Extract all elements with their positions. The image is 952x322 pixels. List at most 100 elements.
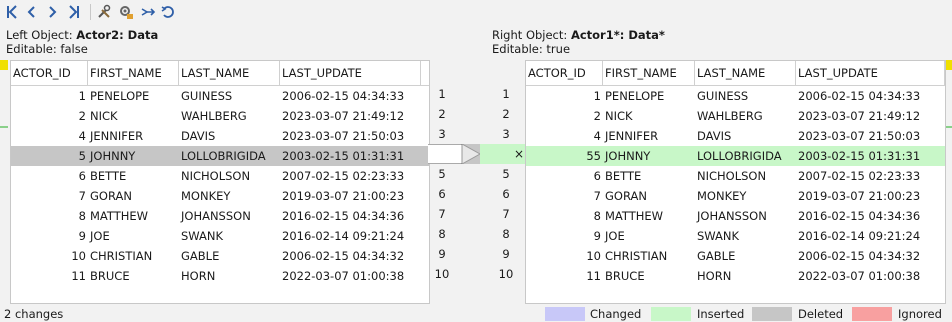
right-table-row[interactable]: 8 MATTHEW JOHANSSON 2016-02-15 04:34:36: [526, 206, 945, 226]
left-cell-first-name[interactable]: NICK: [88, 106, 179, 126]
left-cell-last-name[interactable]: MONKEY: [179, 186, 280, 206]
right-cell-last-name[interactable]: JOHANSSON: [695, 206, 796, 226]
right-cell-actor-id[interactable]: 10: [526, 246, 603, 266]
left-cell-actor-id[interactable]: 6: [11, 166, 88, 186]
right-cell-last-name[interactable]: SWANK: [695, 226, 796, 246]
left-cell-last-update[interactable]: 2023-03-07 21:50:03: [280, 126, 421, 146]
left-cell-last-name[interactable]: SWANK: [179, 226, 280, 246]
right-cell-first-name[interactable]: BETTE: [603, 166, 695, 186]
left-cell-last-name[interactable]: NICHOLSON: [179, 166, 280, 186]
right-table-row[interactable]: 4 JENNIFER DAVIS 2023-03-07 21:50:03: [526, 126, 945, 146]
first-diff-button[interactable]: [2, 2, 22, 22]
right-cell-last-name[interactable]: GUINESS: [695, 86, 796, 106]
right-col-actor-id[interactable]: ACTOR_ID: [526, 61, 603, 85]
last-diff-button[interactable]: [64, 2, 84, 22]
right-cell-last-name[interactable]: HORN: [695, 266, 796, 286]
right-table[interactable]: ACTOR_ID FIRST_NAME LAST_NAME LAST_UPDAT…: [525, 60, 946, 304]
left-cell-last-update[interactable]: 2022-03-07 01:00:38: [280, 266, 421, 286]
right-cell-actor-id[interactable]: 8: [526, 206, 603, 226]
left-table[interactable]: ACTOR_ID FIRST_NAME LAST_NAME LAST_UPDAT…: [10, 60, 430, 304]
left-table-row[interactable]: 2 NICK WAHLBERG 2023-03-07 21:49:12: [11, 106, 429, 126]
left-cell-last-name[interactable]: HORN: [179, 266, 280, 286]
right-cell-actor-id[interactable]: 11: [526, 266, 603, 286]
right-cell-last-name[interactable]: LOLLOBRIGIDA: [695, 146, 796, 166]
left-cell-last-update[interactable]: 2006-02-15 04:34:32: [280, 246, 421, 266]
left-table-row[interactable]: 4 JENNIFER DAVIS 2023-03-07 21:50:03: [11, 126, 429, 146]
right-cell-first-name[interactable]: GORAN: [603, 186, 695, 206]
right-cell-last-update[interactable]: 2007-02-15 02:23:33: [796, 166, 945, 186]
right-cell-actor-id[interactable]: 2: [526, 106, 603, 126]
left-cell-last-name[interactable]: WAHLBERG: [179, 106, 280, 126]
left-cell-first-name[interactable]: GORAN: [88, 186, 179, 206]
left-cell-first-name[interactable]: JENNIFER: [88, 126, 179, 146]
right-cell-actor-id[interactable]: 6: [526, 166, 603, 186]
left-table-row[interactable]: 5 JOHNNY LOLLOBRIGIDA 2003-02-15 01:31:31: [11, 146, 429, 166]
left-cell-first-name[interactable]: BETTE: [88, 166, 179, 186]
left-cell-actor-id[interactable]: 8: [11, 206, 88, 226]
right-cell-last-update[interactable]: 2003-02-15 01:31:31: [796, 146, 945, 166]
right-table-row[interactable]: 7 GORAN MONKEY 2019-03-07 21:00:23: [526, 186, 945, 206]
left-cell-last-name[interactable]: JOHANSSON: [179, 206, 280, 226]
left-cell-actor-id[interactable]: 10: [11, 246, 88, 266]
right-cell-last-name[interactable]: DAVIS: [695, 126, 796, 146]
right-cell-actor-id[interactable]: 1: [526, 86, 603, 106]
next-diff-button[interactable]: [42, 2, 62, 22]
left-cell-last-update[interactable]: 2006-02-15 04:34:33: [280, 86, 421, 106]
left-cell-actor-id[interactable]: 5: [11, 146, 88, 166]
right-cell-first-name[interactable]: NICK: [603, 106, 695, 126]
left-cell-actor-id[interactable]: 9: [11, 226, 88, 246]
right-table-row[interactable]: 11 BRUCE HORN 2022-03-07 01:00:38: [526, 266, 945, 286]
left-table-row[interactable]: 7 GORAN MONKEY 2019-03-07 21:00:23: [11, 186, 429, 206]
compare-settings-button[interactable]: [116, 2, 136, 22]
right-cell-last-update[interactable]: 2019-03-07 21:00:23: [796, 186, 945, 206]
left-col-actor-id[interactable]: ACTOR_ID: [11, 61, 88, 85]
right-table-row[interactable]: 9 JOE SWANK 2016-02-14 09:21:24: [526, 226, 945, 246]
refresh-button[interactable]: [158, 2, 178, 22]
right-cell-last-update[interactable]: 2006-02-15 04:34:32: [796, 246, 945, 266]
left-table-row[interactable]: 11 BRUCE HORN 2022-03-07 01:00:38: [11, 266, 429, 286]
left-cell-last-update[interactable]: 2016-02-15 04:34:36: [280, 206, 421, 226]
right-cell-last-update[interactable]: 2016-02-15 04:34:36: [796, 206, 945, 226]
right-cell-last-update[interactable]: 2023-03-07 21:50:03: [796, 126, 945, 146]
left-col-first-name[interactable]: FIRST_NAME: [88, 61, 179, 85]
left-cell-last-update[interactable]: 2019-03-07 21:00:23: [280, 186, 421, 206]
right-cell-first-name[interactable]: CHRISTIAN: [603, 246, 695, 266]
prev-diff-button[interactable]: [22, 2, 42, 22]
left-cell-actor-id[interactable]: 1: [11, 86, 88, 106]
left-col-last-update[interactable]: LAST_UPDATE: [280, 61, 421, 85]
right-table-row[interactable]: 10 CHRISTIAN GABLE 2006-02-15 04:34:32: [526, 246, 945, 266]
left-cell-first-name[interactable]: JOHNNY: [88, 146, 179, 166]
right-col-first-name[interactable]: FIRST_NAME: [603, 61, 695, 85]
left-table-row[interactable]: 10 CHRISTIAN GABLE 2006-02-15 04:34:32: [11, 246, 429, 266]
right-cell-first-name[interactable]: JENNIFER: [603, 126, 695, 146]
left-cell-last-update[interactable]: 2003-02-15 01:31:31: [280, 146, 421, 166]
left-cell-last-name[interactable]: GABLE: [179, 246, 280, 266]
right-cell-first-name[interactable]: JOE: [603, 226, 695, 246]
left-table-row[interactable]: 9 JOE SWANK 2016-02-14 09:21:24: [11, 226, 429, 246]
right-cell-last-update[interactable]: 2023-03-07 21:49:12: [796, 106, 945, 126]
right-col-last-name[interactable]: LAST_NAME: [695, 61, 796, 85]
left-table-row[interactable]: 6 BETTE NICHOLSON 2007-02-15 02:23:33: [11, 166, 429, 186]
right-table-row[interactable]: 2 NICK WAHLBERG 2023-03-07 21:49:12: [526, 106, 945, 126]
right-cell-last-update[interactable]: 2006-02-15 04:34:33: [796, 86, 945, 106]
left-cell-first-name[interactable]: MATTHEW: [88, 206, 179, 226]
left-cell-last-name[interactable]: GUINESS: [179, 86, 280, 106]
right-cell-actor-id[interactable]: 9: [526, 226, 603, 246]
left-cell-first-name[interactable]: JOE: [88, 226, 179, 246]
left-cell-actor-id[interactable]: 7: [11, 186, 88, 206]
right-table-row[interactable]: 55 JOHNNY LOLLOBRIGIDA 2003-02-15 01:31:31: [526, 146, 945, 166]
left-table-row[interactable]: 1 PENELOPE GUINESS 2006-02-15 04:34:33: [11, 86, 429, 106]
left-cell-last-name[interactable]: DAVIS: [179, 126, 280, 146]
right-table-row[interactable]: 6 BETTE NICHOLSON 2007-02-15 02:23:33: [526, 166, 945, 186]
left-cell-first-name[interactable]: PENELOPE: [88, 86, 179, 106]
left-cell-actor-id[interactable]: 4: [11, 126, 88, 146]
right-cell-last-update[interactable]: 2016-02-14 09:21:24: [796, 226, 945, 246]
left-cell-first-name[interactable]: CHRISTIAN: [88, 246, 179, 266]
left-cell-actor-id[interactable]: 11: [11, 266, 88, 286]
right-cell-actor-id[interactable]: 4: [526, 126, 603, 146]
right-cell-last-name[interactable]: WAHLBERG: [695, 106, 796, 126]
right-cell-first-name[interactable]: MATTHEW: [603, 206, 695, 226]
left-cell-last-name[interactable]: LOLLOBRIGIDA: [179, 146, 280, 166]
right-cell-first-name[interactable]: BRUCE: [603, 266, 695, 286]
left-col-last-name[interactable]: LAST_NAME: [179, 61, 280, 85]
